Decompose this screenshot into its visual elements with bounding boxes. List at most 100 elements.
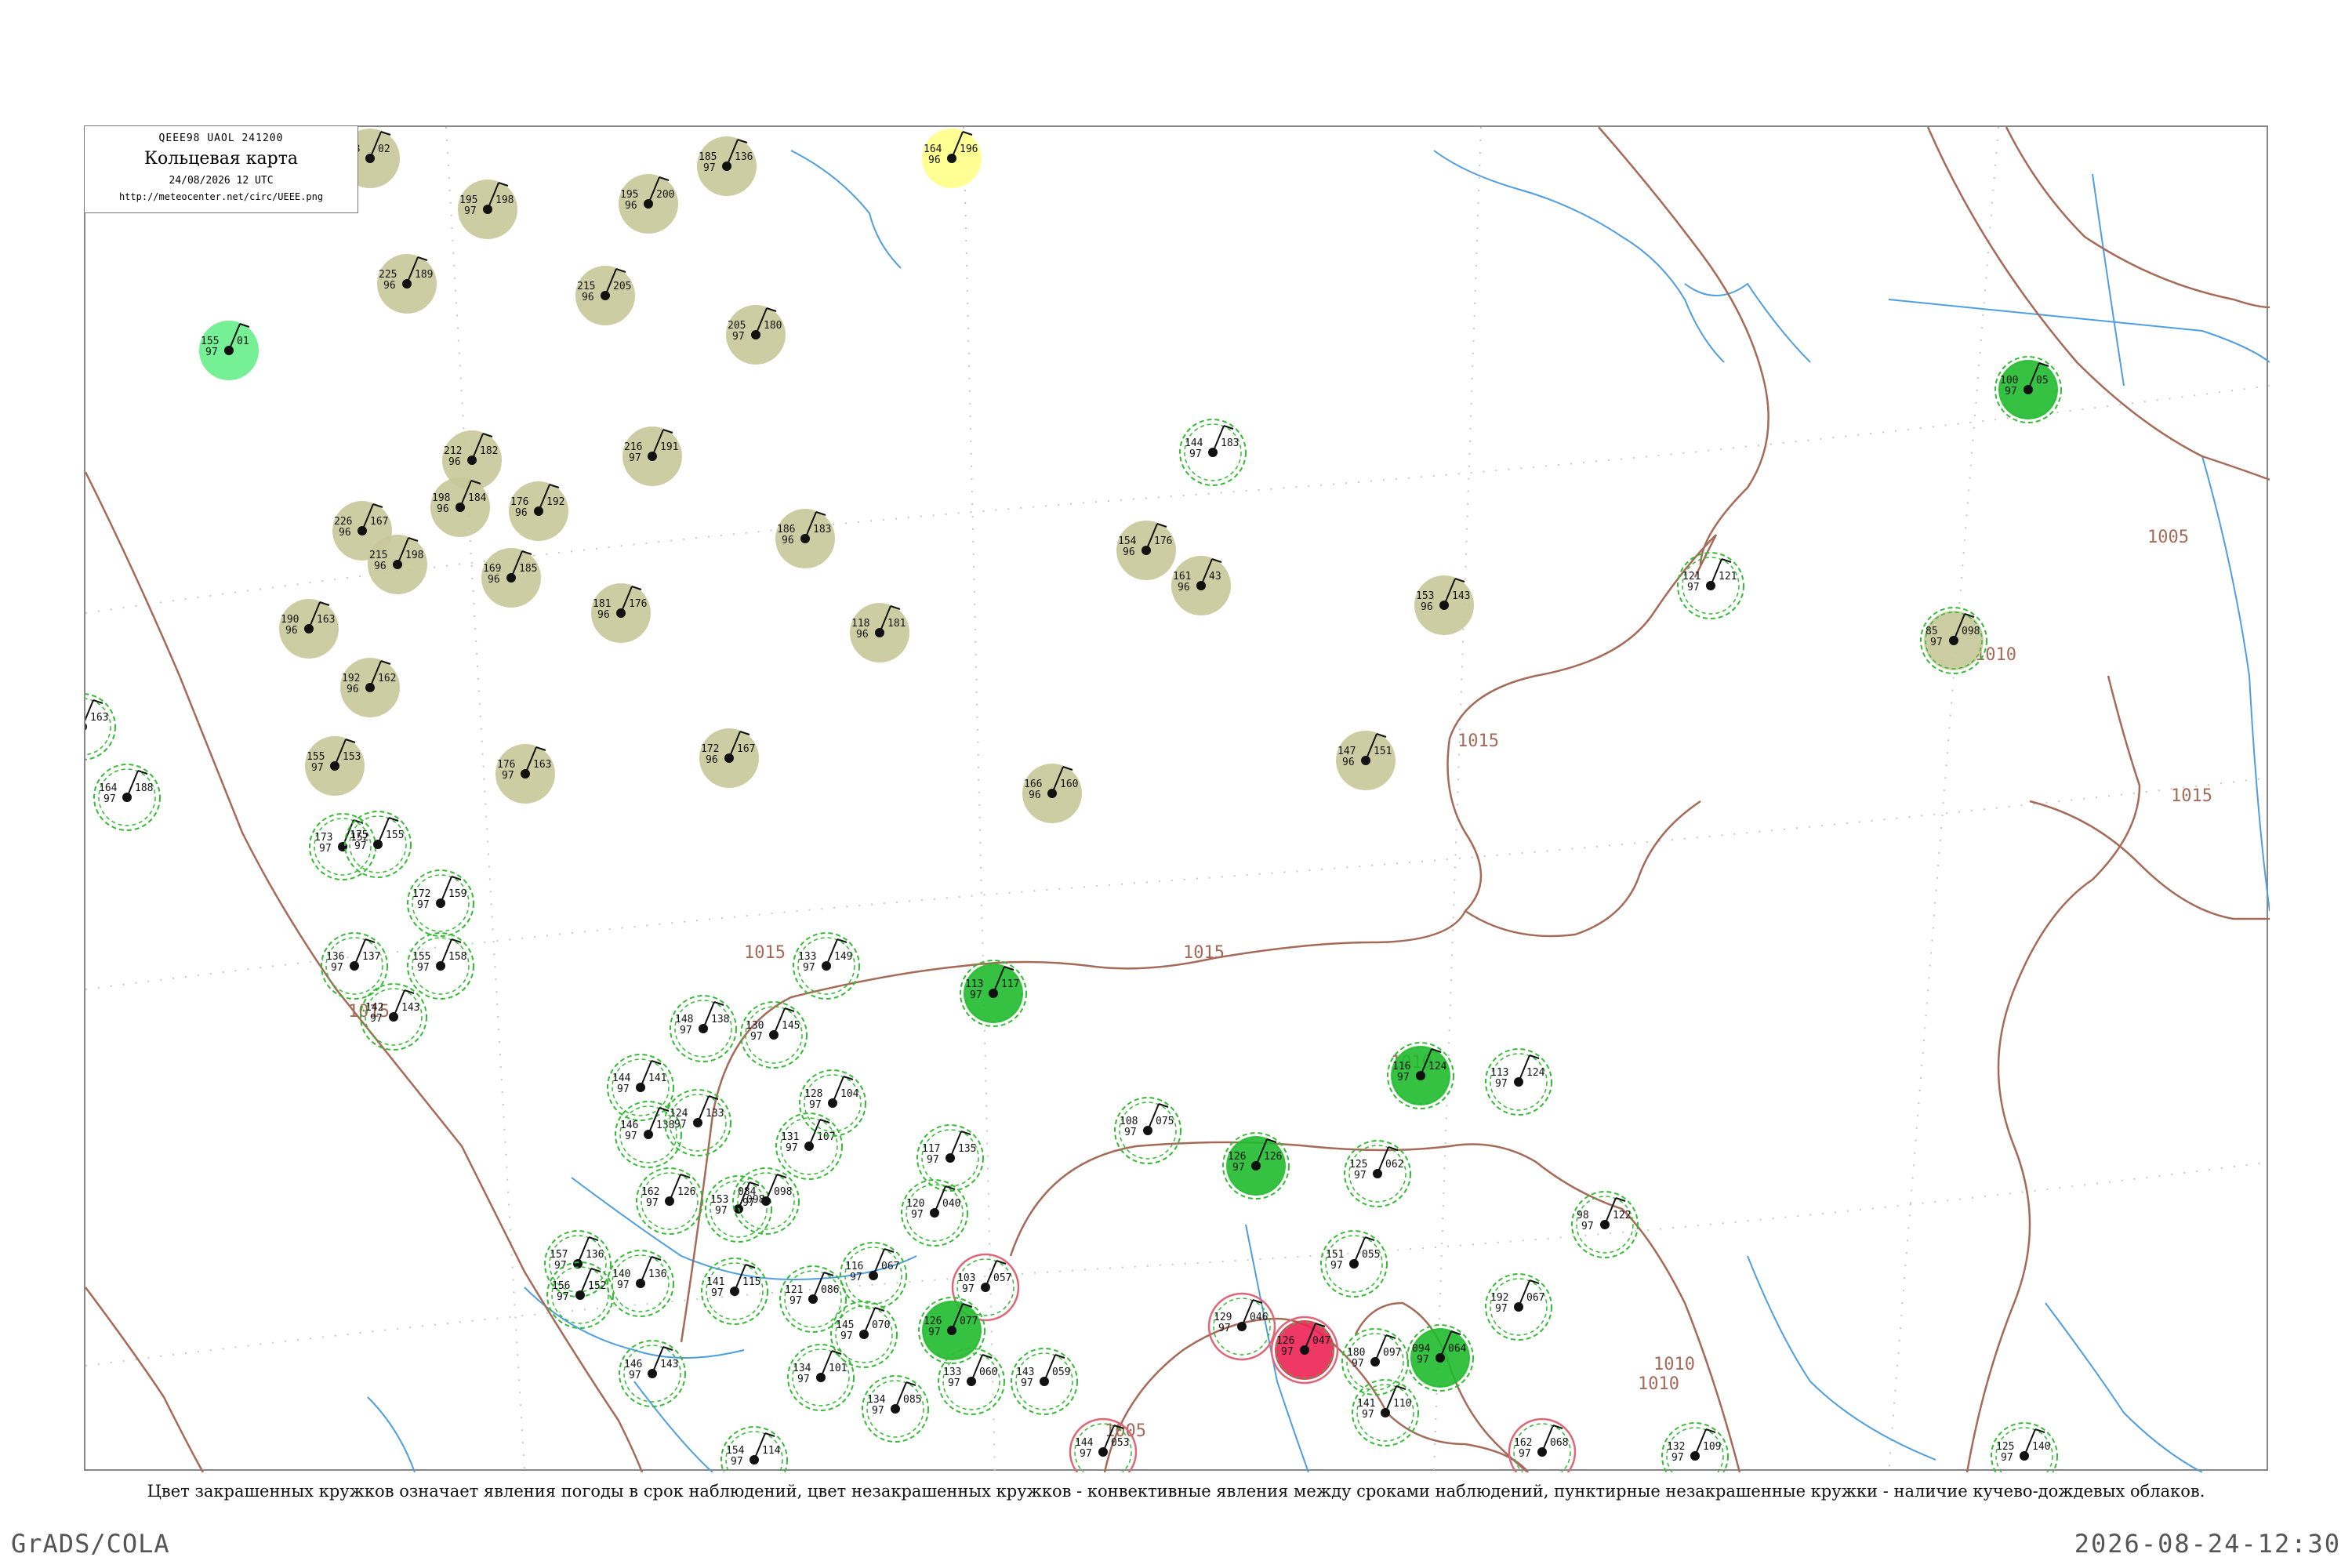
station-marker[interactable]: 13097 145 — [740, 1001, 808, 1069]
station-pressure: 43 — [1209, 571, 1221, 583]
station-marker[interactable]: 14897 138 — [670, 995, 737, 1062]
station-marker[interactable]: 10897 075 — [1114, 1097, 1181, 1164]
station-temperature: 154 — [726, 1445, 745, 1457]
station-marker[interactable]: 13497 101 — [787, 1344, 855, 1411]
station-marker[interactable]: 18696 183 — [775, 509, 835, 568]
synoptic-map[interactable]: 1015100510101015101510151010101010051010… — [85, 127, 2270, 1472]
station-marker[interactable]: 19297 067 — [1485, 1273, 1552, 1341]
station-dewpoint: 97 — [948, 1377, 960, 1389]
station-marker[interactable]: 15597 158 — [407, 932, 474, 1000]
station-marker[interactable]: 17597 155 — [344, 811, 412, 878]
station-marker[interactable]: 12197121 — [1677, 552, 1744, 619]
map-url[interactable]: http://meteocenter.net/circ/UEEE.png — [85, 191, 358, 202]
station-marker[interactable]: 11697 124 — [1387, 1042, 1454, 1109]
station-pressure: 124 — [1428, 1061, 1447, 1073]
station-marker[interactable]: 18196 176 — [591, 583, 651, 643]
station-temperature: 141 — [1357, 1398, 1375, 1410]
station-marker[interactable]: 09497 064 — [1406, 1324, 1474, 1392]
station-marker[interactable]: 12697126 — [1222, 1132, 1290, 1200]
station-marker[interactable]: 8597 098 — [1920, 607, 1987, 674]
station-marker[interactable]: 21596 205 — [575, 266, 635, 325]
station-marker[interactable]: 13297 109 — [1661, 1422, 1729, 1472]
station-marker[interactable]: 12497 133 — [664, 1089, 731, 1156]
station-marker[interactable]: 19096 163 — [279, 599, 339, 659]
station-marker[interactable]: 12697 047 — [1270, 1316, 1339, 1385]
station-marker[interactable]: 16496 196 — [922, 129, 982, 188]
station-marker[interactable]: 14697 143 — [619, 1340, 686, 1407]
station-marker[interactable]: 19296 162 — [340, 658, 400, 717]
station-marker[interactable]: 15597 153 — [305, 736, 365, 796]
station-marker[interactable]: 13397 060 — [938, 1348, 1005, 1415]
station-marker[interactable]: 18097 097 — [1341, 1328, 1409, 1396]
station-marker[interactable]: 11397 124 — [1485, 1048, 1552, 1116]
station-marker[interactable]: 15396 143 — [1414, 575, 1474, 635]
station-marker[interactable]: 18597 136 — [697, 136, 757, 196]
station-dewpoint: 97 — [617, 1279, 630, 1291]
station-marker[interactable]: 15697152 — [546, 1261, 614, 1329]
station-marker[interactable]: 16996 185 — [481, 548, 541, 608]
station-marker[interactable]: 17297 159 — [407, 869, 474, 937]
station-marker[interactable]: 13197107 — [775, 1112, 843, 1180]
station-dewpoint: 97 — [750, 1031, 763, 1043]
station-marker[interactable]: 14197 110 — [1352, 1379, 1419, 1446]
station-marker[interactable]: 19597163 — [85, 693, 116, 760]
station-marker[interactable]: 17296 167 — [699, 728, 759, 788]
station-marker[interactable]: 15197 055 — [1320, 1230, 1388, 1298]
station-dewpoint: 96 — [782, 535, 794, 546]
station-marker[interactable]: 19596 200 — [619, 174, 678, 234]
station-marker[interactable]: 15597 01 — [199, 321, 259, 380]
station-marker[interactable]: 10097 05 — [1994, 356, 2062, 423]
station-marker[interactable]: 11697 067 — [840, 1242, 907, 1309]
station-marker[interactable]: 11896 181 — [850, 603, 909, 662]
station-dewpoint: 96 — [347, 684, 359, 695]
station-marker[interactable]: 15496 176 — [1116, 521, 1176, 580]
station-marker[interactable]: 17696 192 — [509, 481, 568, 541]
station-marker[interactable]: 14497 183 — [1179, 419, 1247, 486]
station-marker[interactable]: 12997 046 — [1207, 1292, 1276, 1361]
station-marker[interactable]: 14597 070 — [830, 1301, 898, 1368]
station-marker[interactable]: 16696 160 — [1022, 764, 1082, 823]
station-temperature: 143 — [1016, 1367, 1034, 1378]
station-marker[interactable]: 16297 126 — [636, 1167, 703, 1235]
station-marker[interactable]: 13497 085 — [862, 1375, 929, 1443]
station-dewpoint: 96 — [1421, 601, 1433, 613]
station-marker[interactable]: 11797 135 — [916, 1124, 984, 1192]
station-marker[interactable]: 16196 43 — [1171, 556, 1231, 615]
station-marker[interactable]: 14197 115 — [701, 1258, 768, 1325]
station-marker[interactable]: 15497 114 — [720, 1426, 788, 1472]
station-temperature: 198 — [432, 492, 450, 504]
station-pressure: 183 — [813, 524, 831, 535]
station-marker[interactable]: 08497 098 — [732, 1167, 800, 1235]
station-marker[interactable]: 12897 104 — [799, 1069, 866, 1137]
station-dewpoint: 97 — [970, 989, 982, 1001]
station-marker[interactable]: 17697 163 — [495, 744, 555, 804]
station-pressure: 070 — [872, 1319, 890, 1331]
station-pressure: 176 — [629, 598, 647, 610]
station-pressure: 098 — [774, 1186, 792, 1198]
station-marker[interactable]: 20597 180 — [726, 305, 786, 365]
station-temperature: 176 — [497, 759, 515, 771]
station-marker[interactable]: 12597 140 — [1991, 1422, 2058, 1472]
isobar-label: 1015 — [2171, 786, 2212, 806]
station-pressure: 097 — [1383, 1347, 1401, 1359]
station-marker[interactable]: 21697 191 — [622, 426, 682, 486]
station-dewpoint: 97 — [786, 1142, 798, 1154]
station-dewpoint: 97 — [703, 162, 716, 174]
station-marker[interactable]: 14297 143 — [360, 983, 427, 1051]
station-marker[interactable]: 14796 151 — [1336, 731, 1396, 790]
station-marker[interactable]: 19597 198 — [458, 180, 517, 239]
station-marker[interactable]: 16497 188 — [93, 764, 161, 831]
station-marker[interactable]: 12097 040 — [901, 1179, 968, 1247]
station-dewpoint: 97 — [1352, 1358, 1364, 1370]
station-marker[interactable]: 14397 059 — [1011, 1348, 1078, 1415]
station-marker[interactable]: 19896 184 — [430, 477, 490, 537]
station-dot — [85, 723, 87, 731]
station-marker[interactable]: 21596 198 — [368, 535, 427, 594]
station-pressure: 136 — [735, 151, 753, 163]
station-marker[interactable]: 22596 189 — [377, 254, 437, 314]
station-pressure: 075 — [1156, 1116, 1174, 1127]
station-marker[interactable]: 14097 136 — [607, 1250, 674, 1317]
station-dewpoint: 96 — [374, 561, 387, 572]
station-pressure: 104 — [840, 1088, 859, 1100]
station-marker[interactable]: 11397 117 — [960, 960, 1027, 1027]
